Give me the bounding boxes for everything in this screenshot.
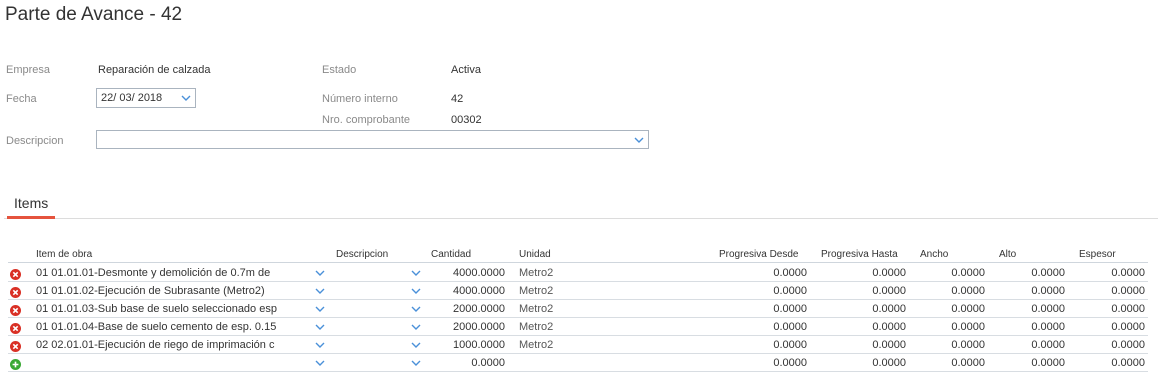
espesor-cell[interactable]: 0.0000 [1068, 321, 1145, 333]
chevron-down-icon[interactable] [410, 303, 422, 315]
table-row: 01 01.01.04-Base de suelo cemento de esp… [8, 318, 1148, 336]
item-de-obra-cell[interactable]: 01 01.01.03-Sub base de suelo selecciona… [36, 303, 316, 315]
chevron-down-icon[interactable] [314, 321, 326, 333]
alto-cell[interactable]: 0.0000 [988, 303, 1065, 315]
espesor-cell[interactable]: 0.0000 [1068, 339, 1145, 351]
descripcion-label: Descripcion [6, 135, 64, 147]
chevron-down-icon[interactable] [314, 303, 326, 315]
ancho-cell[interactable]: 0.0000 [908, 303, 985, 315]
remove-icon[interactable] [10, 339, 21, 352]
espesor-cell[interactable]: 0.0000 [1068, 357, 1145, 369]
page-title: Parte de Avance - 42 [5, 4, 183, 25]
item-de-obra-cell[interactable]: 01 01.01.04-Base de suelo cemento de esp… [36, 321, 316, 333]
cantidad-cell[interactable]: 2000.0000 [428, 321, 505, 333]
progresiva-desde-cell[interactable]: 0.0000 [708, 267, 807, 279]
nro-comprobante-label: Nro. comprobante [322, 114, 411, 126]
header-divider [8, 262, 1148, 263]
table-row: 01 01.01.01-Desmonte y demolición de 0.7… [8, 264, 1148, 282]
col-header-espesor: Espesor [1079, 249, 1116, 260]
unidad-cell: Metro2 [519, 321, 554, 333]
col-header-alto: Alto [999, 249, 1017, 260]
fecha-value: 22/ 03/ 2018 [101, 92, 163, 104]
estado-value: Activa [451, 64, 481, 76]
empresa-label: Empresa [6, 64, 51, 76]
cantidad-cell[interactable]: 4000.0000 [428, 267, 505, 279]
item-de-obra-cell[interactable]: 01 01.01.01-Desmonte y demolición de 0.7… [36, 267, 316, 279]
progresiva-hasta-cell[interactable]: 0.0000 [808, 267, 906, 279]
alto-cell[interactable]: 0.0000 [988, 357, 1065, 369]
chevron-down-icon[interactable] [633, 134, 645, 146]
numero-interno-value: 42 [451, 93, 464, 105]
table-row: 02 02.01.01-Ejecución de riego de imprim… [8, 336, 1148, 354]
progresiva-desde-cell[interactable]: 0.0000 [708, 285, 807, 297]
unidad-cell: Metro2 [519, 303, 554, 315]
tab-items[interactable]: Items [7, 189, 56, 219]
cantidad-cell[interactable]: 2000.0000 [428, 303, 505, 315]
tab-bar: Items [4, 189, 1158, 219]
ancho-cell[interactable]: 0.0000 [908, 285, 985, 297]
descripcion-select[interactable] [96, 130, 649, 149]
item-de-obra-cell[interactable]: 01 01.01.02-Ejecución de Subrasante (Met… [36, 285, 316, 297]
remove-icon[interactable] [10, 303, 21, 316]
progresiva-hasta-cell[interactable]: 0.0000 [808, 339, 906, 351]
table-row: 0.0000 0.0000 0.0000 0.0000 0.0000 0.0000 [8, 354, 1148, 372]
cantidad-cell[interactable]: 1000.0000 [428, 339, 505, 351]
espesor-cell[interactable]: 0.0000 [1068, 267, 1145, 279]
cantidad-cell[interactable]: 0.0000 [428, 357, 505, 369]
cantidad-cell[interactable]: 4000.0000 [428, 285, 505, 297]
progresiva-hasta-cell[interactable]: 0.0000 [808, 303, 906, 315]
alto-cell[interactable]: 0.0000 [988, 267, 1065, 279]
col-header-ancho: Ancho [920, 249, 949, 260]
col-header-descripcion: Descripcion [336, 249, 389, 260]
progresiva-desde-cell[interactable]: 0.0000 [708, 321, 807, 333]
unidad-cell: Metro2 [519, 339, 554, 351]
alto-cell[interactable]: 0.0000 [988, 321, 1065, 333]
col-header-cantidad: Cantidad [431, 249, 472, 260]
chevron-down-icon[interactable] [314, 267, 326, 279]
alto-cell[interactable]: 0.0000 [988, 339, 1065, 351]
nro-comprobante-value: 00302 [451, 114, 482, 126]
fecha-date-picker[interactable]: 22/ 03/ 2018 [96, 88, 196, 108]
progresiva-hasta-cell[interactable]: 0.0000 [808, 357, 906, 369]
unidad-cell: Metro2 [519, 267, 554, 279]
item-de-obra-cell[interactable]: 02 02.01.01-Ejecución de riego de imprim… [36, 339, 316, 351]
alto-cell[interactable]: 0.0000 [988, 285, 1065, 297]
ancho-cell[interactable]: 0.0000 [908, 357, 985, 369]
col-header-progresiva-hasta: Progresiva Hasta [821, 249, 898, 260]
fecha-label: Fecha [6, 93, 37, 105]
espesor-cell[interactable]: 0.0000 [1068, 285, 1145, 297]
chevron-down-icon[interactable] [410, 267, 422, 279]
remove-icon[interactable] [10, 267, 21, 280]
remove-icon[interactable] [10, 285, 21, 298]
table-row: 01 01.01.03-Sub base de suelo selecciona… [8, 300, 1148, 318]
chevron-down-icon[interactable] [410, 357, 422, 369]
chevron-down-icon[interactable] [314, 357, 326, 369]
ancho-cell[interactable]: 0.0000 [908, 321, 985, 333]
table-row: 01 01.01.02-Ejecución de Subrasante (Met… [8, 282, 1148, 300]
add-icon[interactable] [10, 357, 21, 370]
progresiva-desde-cell[interactable]: 0.0000 [708, 339, 807, 351]
progresiva-hasta-cell[interactable]: 0.0000 [808, 285, 906, 297]
espesor-cell[interactable]: 0.0000 [1068, 303, 1145, 315]
chevron-down-icon[interactable] [180, 92, 192, 104]
progresiva-desde-cell[interactable]: 0.0000 [708, 357, 807, 369]
col-header-unidad: Unidad [519, 249, 551, 260]
remove-icon[interactable] [10, 321, 21, 334]
empresa-value: Reparación de calzada [98, 64, 211, 76]
chevron-down-icon[interactable] [314, 339, 326, 351]
unidad-cell: Metro2 [519, 285, 554, 297]
progresiva-hasta-cell[interactable]: 0.0000 [808, 321, 906, 333]
chevron-down-icon[interactable] [314, 285, 326, 297]
progresiva-desde-cell[interactable]: 0.0000 [708, 303, 807, 315]
ancho-cell[interactable]: 0.0000 [908, 339, 985, 351]
col-header-progresiva-desde: Progresiva Desde [719, 249, 799, 260]
col-header-item-de-obra: Item de obra [36, 249, 93, 260]
estado-label: Estado [322, 64, 357, 76]
numero-interno-label: Número interno [322, 93, 398, 105]
chevron-down-icon[interactable] [410, 321, 422, 333]
ancho-cell[interactable]: 0.0000 [908, 267, 985, 279]
chevron-down-icon[interactable] [410, 285, 422, 297]
chevron-down-icon[interactable] [410, 339, 422, 351]
